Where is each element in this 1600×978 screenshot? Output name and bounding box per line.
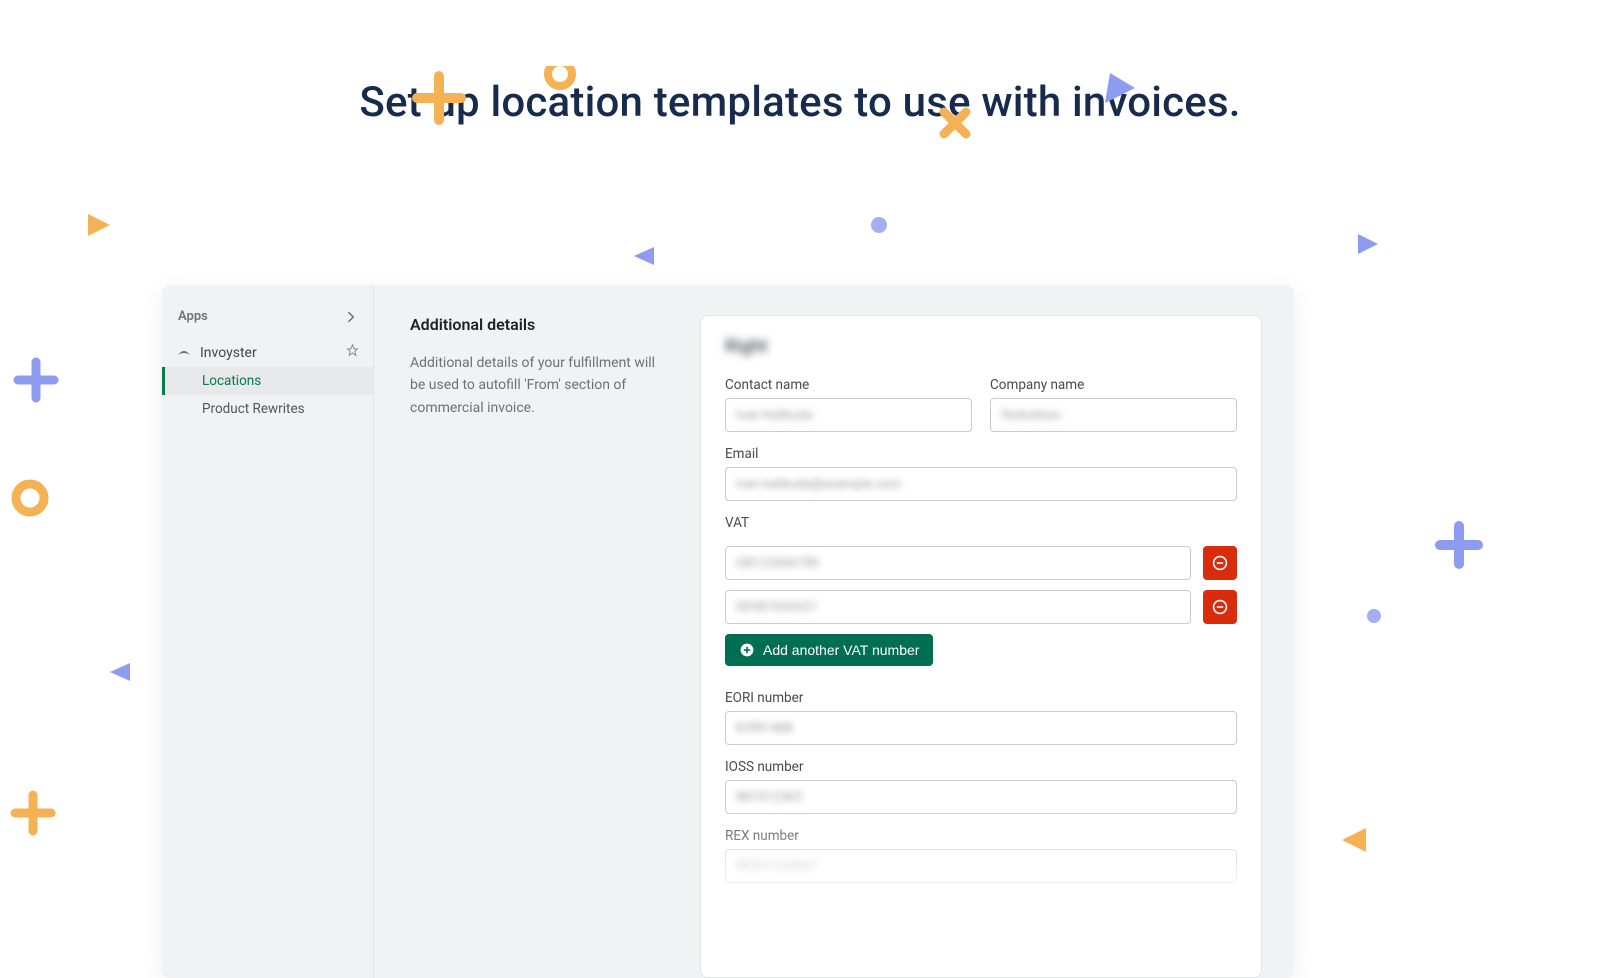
- sidebar-item-locations[interactable]: Locations: [162, 367, 373, 395]
- sidebar-apps-label: Apps: [178, 309, 208, 324]
- vat-input-2[interactable]: DE987654321: [725, 590, 1191, 624]
- plus-circle-icon: [739, 642, 755, 658]
- company-name-input[interactable]: Stokoltsev: [990, 398, 1237, 432]
- sidebar-header[interactable]: Apps: [162, 303, 373, 338]
- hero-title: Set up location templates to use with in…: [0, 78, 1600, 127]
- ioss-input[interactable]: IM1012365: [725, 780, 1237, 814]
- sidebar-item-product-rewrites[interactable]: Product Rewrites: [162, 395, 373, 423]
- field-ioss: IOSS number IM1012365: [725, 759, 1237, 814]
- sidebar-item-label: Locations: [202, 373, 261, 389]
- contact-name-label: Contact name: [725, 377, 972, 393]
- form-card: Right Contact name Ivan Kalikuda Company…: [700, 315, 1262, 978]
- field-company-name: Company name Stokoltsev: [990, 377, 1237, 432]
- vat-row-2: DE987654321: [725, 590, 1237, 624]
- minus-circle-icon: [1212, 555, 1228, 571]
- chevron-right-icon: [345, 311, 357, 323]
- vat-input-1[interactable]: GB123456789: [725, 546, 1191, 580]
- section-description: Additional details of your fulfillment w…: [410, 352, 666, 419]
- remove-vat-button[interactable]: [1203, 546, 1237, 580]
- sidebar: Apps Invoyster Locations Product Rewrite…: [162, 285, 374, 978]
- pin-icon[interactable]: [346, 344, 359, 361]
- company-name-label: Company name: [990, 377, 1237, 393]
- email-label: Email: [725, 446, 1237, 462]
- vat-label: VAT: [725, 515, 1237, 531]
- rex-input[interactable]: REX01234567: [725, 849, 1237, 883]
- field-email: Email ivan.kalikuda@example.com: [725, 446, 1237, 501]
- vat-row-1: GB123456789: [725, 546, 1237, 580]
- field-contact-name: Contact name Ivan Kalikuda: [725, 377, 972, 432]
- field-eori: EORI number EORI1488: [725, 690, 1237, 745]
- ioss-label: IOSS number: [725, 759, 1237, 775]
- email-input[interactable]: ivan.kalikuda@example.com: [725, 467, 1237, 501]
- eori-label: EORI number: [725, 690, 1237, 706]
- add-vat-button[interactable]: Add another VAT number: [725, 634, 933, 666]
- sidebar-item-invoyster[interactable]: Invoyster: [162, 338, 373, 367]
- rex-label: REX number: [725, 828, 1237, 844]
- app-icon: [176, 345, 194, 361]
- contact-name-input[interactable]: Ivan Kalikuda: [725, 398, 972, 432]
- eori-input[interactable]: EORI1488: [725, 711, 1237, 745]
- app-window: Apps Invoyster Locations Product Rewrite…: [162, 285, 1294, 978]
- section-title: Additional details: [410, 315, 666, 334]
- add-vat-label: Add another VAT number: [763, 642, 919, 658]
- field-vat: VAT: [725, 515, 1237, 536]
- card-title: Right: [725, 336, 1237, 357]
- field-rex: REX number REX01234567: [725, 828, 1237, 883]
- sidebar-item-label: Product Rewrites: [202, 401, 305, 417]
- sidebar-app-label: Invoyster: [200, 345, 257, 361]
- intro-panel: Additional details Additional details of…: [410, 315, 666, 978]
- minus-circle-icon: [1212, 599, 1228, 615]
- main-content: Additional details Additional details of…: [374, 285, 1294, 978]
- remove-vat-button[interactable]: [1203, 590, 1237, 624]
